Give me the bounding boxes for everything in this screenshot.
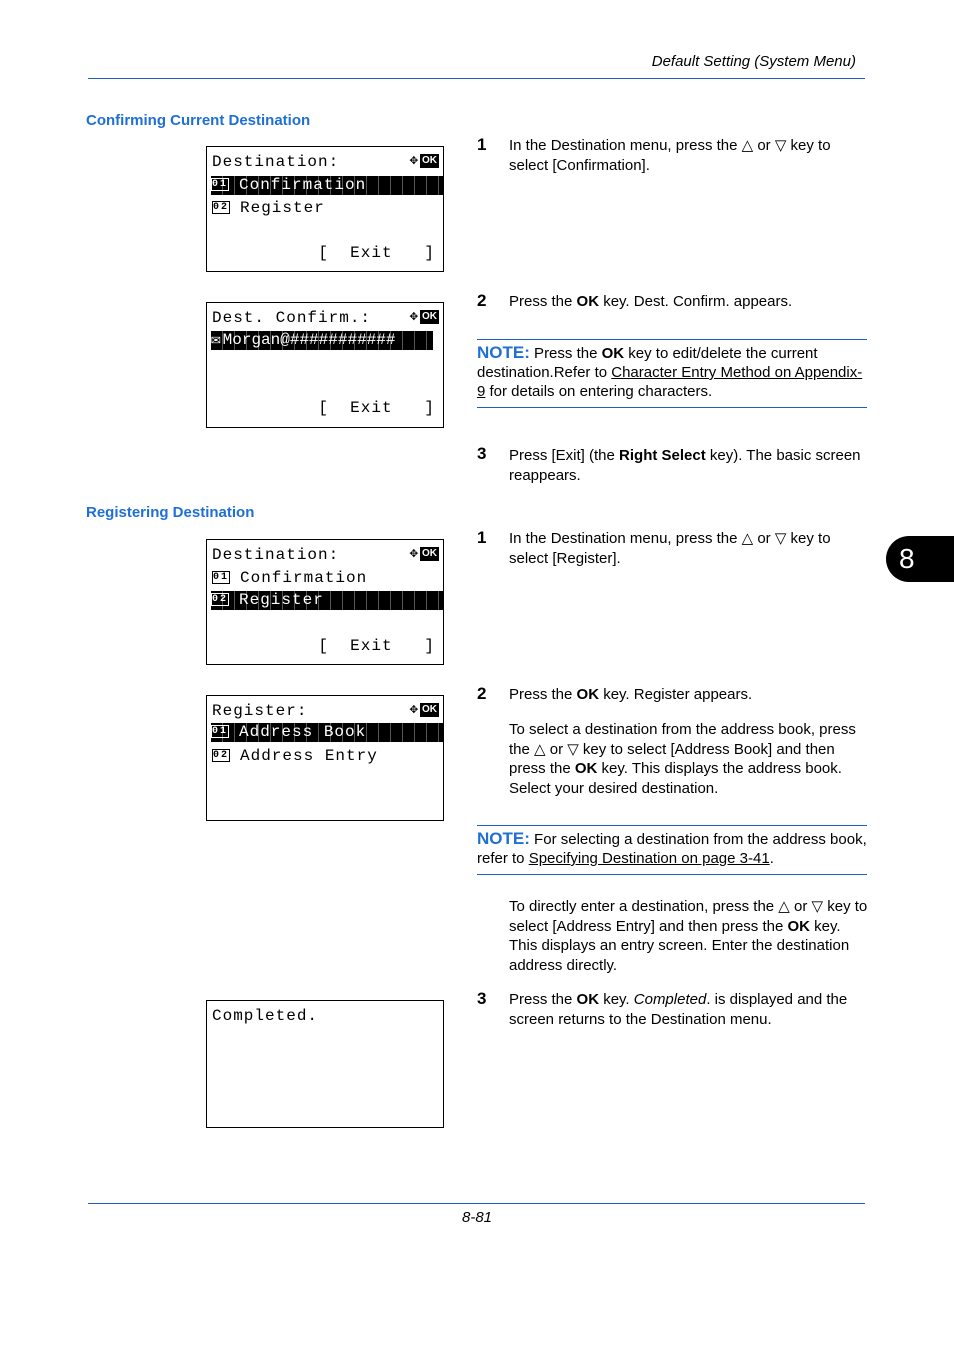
step-text: To directly enter a destination, press t… <box>509 898 868 974</box>
lcd-register: Register: ✥ OK 01 Address Book 02 Address E… <box>206 695 444 821</box>
step-text: Press [Exit] (the Right Select key). The… <box>509 447 861 484</box>
lcd-item-address-book[interactable]: 01 Address Book <box>211 723 443 742</box>
step-text: To select a destination from the address… <box>509 721 856 797</box>
page-number: 8-81 <box>461 1209 493 1226</box>
step-number: 2 <box>477 291 487 310</box>
nav-ok-indicator: ✥ OK <box>410 310 439 324</box>
lcd-completed: Completed. <box>206 1000 444 1128</box>
chapter-tab[interactable]: 8 <box>886 536 954 582</box>
lcd-dest-confirm: Dest. Confirm.: ✥ OK ✉ Morgan@########### … <box>206 302 444 428</box>
header-rule <box>88 78 865 79</box>
step-number: 3 <box>477 989 487 1008</box>
step-text: In the Destination menu, press the △ or … <box>509 530 831 567</box>
four-way-arrow-icon: ✥ <box>409 153 418 169</box>
lcd-exit-softkey[interactable]: [ Exit ] <box>313 244 435 263</box>
note-register: NOTE: For selecting a destination from t… <box>477 829 867 867</box>
step-number: 1 <box>477 135 487 154</box>
ok-icon: OK <box>420 703 439 717</box>
ok-icon: OK <box>420 310 439 324</box>
step-text: Press the OK key. Dest. Confirm. appears… <box>509 293 793 310</box>
step-number: 1 <box>477 528 487 547</box>
footer-rule <box>88 1203 865 1204</box>
lcd-title: Destination: <box>212 153 340 171</box>
four-way-arrow-icon: ✥ <box>409 702 418 718</box>
note-rule <box>477 874 867 875</box>
lcd-item-confirmation[interactable]: 01 Confirmation <box>207 569 443 588</box>
lcd-destination-value[interactable]: ✉ Morgan@########### <box>211 331 433 350</box>
nav-ok-indicator: ✥ OK <box>410 154 439 168</box>
section-title-register: Registering Destination <box>86 504 255 521</box>
lcd-item-address-entry[interactable]: 02 Address Entry <box>207 747 443 766</box>
four-way-arrow-icon: ✥ <box>409 546 418 562</box>
step-number: 2 <box>477 684 487 703</box>
ok-icon: OK <box>420 154 439 168</box>
step-text: Press the OK key. Register appears. <box>509 686 753 703</box>
note-rule <box>477 825 867 826</box>
lcd-item-confirmation[interactable]: 01 Confirmation <box>211 176 443 195</box>
note-rule <box>477 407 867 408</box>
step-number: 3 <box>477 444 487 463</box>
step-text: In the Destination menu, press the △ or … <box>509 137 831 174</box>
lcd-destination-register: Destination: ✥ OK 01 Confirmation 02 Regist… <box>206 539 444 665</box>
header-title: Default Setting (System Menu) <box>651 53 856 70</box>
step-text: Press the OK key. Completed. is displaye… <box>509 991 848 1028</box>
section-title-confirm: Confirming Current Destination <box>86 112 311 129</box>
lcd-item-register[interactable]: 02 Register <box>211 591 443 610</box>
lcd-title: Destination: <box>212 546 340 564</box>
note-confirm: NOTE: Press the OK key to edit/delete th… <box>477 343 863 400</box>
ok-icon: OK <box>420 547 439 561</box>
lcd-title: Dest. Confirm.: <box>212 309 372 327</box>
four-way-arrow-icon: ✥ <box>409 309 418 325</box>
lcd-title: Register: <box>212 702 308 720</box>
lcd-exit-softkey[interactable]: [ Exit ] <box>313 399 435 418</box>
lcd-item-register[interactable]: 02 Register <box>207 199 443 218</box>
link-specifying-destination[interactable]: Specifying Destination on page 3-41 <box>529 850 770 867</box>
lcd-title: Completed. <box>212 1007 319 1025</box>
nav-ok-indicator: ✥ OK <box>410 703 439 717</box>
lcd-exit-softkey[interactable]: [ Exit ] <box>313 637 435 656</box>
lcd-destination-confirm: Destination: ✥ OK 01 Confirmation 02 Regist… <box>206 146 444 272</box>
note-rule <box>477 339 867 340</box>
envelope-icon: ✉ <box>211 331 221 349</box>
nav-ok-indicator: ✥ OK <box>410 547 439 561</box>
